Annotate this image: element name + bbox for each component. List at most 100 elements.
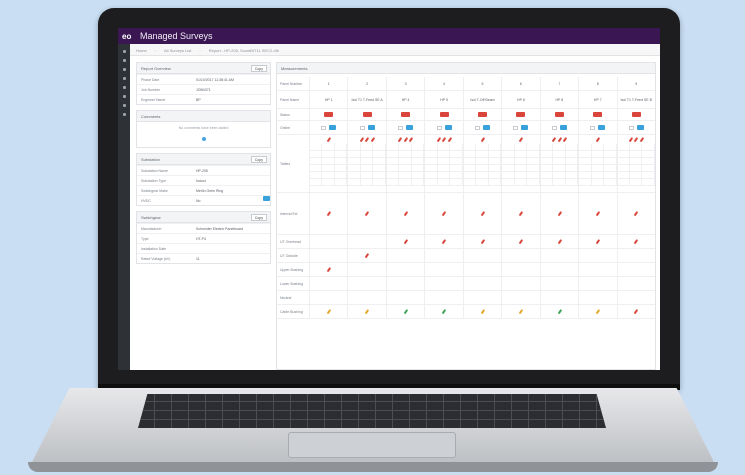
measure-cell[interactable] [501, 263, 539, 276]
table-subcell[interactable] [373, 143, 386, 151]
table-subcell[interactable] [411, 157, 425, 165]
table-subcell[interactable] [360, 150, 374, 158]
table-subcell[interactable] [411, 143, 425, 151]
edit-pencil-icon[interactable] [551, 136, 556, 142]
measure-cell[interactable] [309, 121, 347, 134]
edit-pencil-icon[interactable] [409, 136, 414, 142]
copy-button[interactable]: Copy [250, 214, 267, 221]
table-subcell[interactable] [629, 157, 643, 165]
status-badge[interactable] [516, 112, 526, 117]
online-toggle[interactable] [636, 125, 644, 130]
online-toggle[interactable] [367, 125, 375, 130]
table-subcell[interactable] [411, 171, 425, 179]
measure-cell[interactable] [616, 305, 655, 318]
edit-pencil-icon[interactable] [403, 136, 408, 142]
table-subcell[interactable] [348, 178, 361, 186]
status-badge[interactable] [362, 112, 372, 117]
table-subcell[interactable] [629, 143, 643, 151]
measure-cell[interactable] [539, 249, 578, 262]
table-subcell[interactable] [334, 178, 348, 186]
edit-pencil-icon[interactable] [365, 309, 370, 314]
table-subcell[interactable] [629, 164, 643, 172]
hvdc-toggle[interactable] [263, 196, 270, 201]
measure-cell[interactable] [424, 121, 462, 134]
online-off-icon[interactable] [436, 125, 442, 130]
edit-pencil-icon[interactable] [436, 136, 441, 142]
table-subcell[interactable] [334, 150, 348, 158]
table-subcell[interactable] [514, 143, 528, 151]
table-subcell[interactable] [450, 171, 463, 179]
table-subcell[interactable] [310, 178, 323, 186]
online-off-icon[interactable] [359, 125, 365, 130]
measure-cell[interactable] [462, 135, 502, 192]
table-subcell[interactable] [527, 164, 540, 172]
measure-cell[interactable] [578, 121, 616, 134]
edit-pencil-icon[interactable] [441, 211, 447, 216]
measure-cell[interactable] [501, 135, 540, 192]
table-subcell[interactable] [386, 164, 400, 172]
edit-pencil-icon[interactable] [480, 239, 485, 244]
table-subcell[interactable] [373, 178, 386, 186]
table-subcell[interactable] [322, 164, 335, 172]
measure-cell[interactable] [539, 235, 578, 248]
edit-pencil-icon[interactable] [518, 211, 523, 216]
edit-pencil-icon[interactable] [595, 309, 600, 314]
add-comment-icon[interactable] [201, 137, 206, 141]
measure-cell[interactable] [462, 305, 501, 318]
table-subcell[interactable] [540, 150, 554, 158]
measure-cell[interactable] [501, 193, 539, 234]
table-subcell[interactable] [527, 143, 540, 151]
measure-cell[interactable] [347, 249, 385, 262]
table-subcell[interactable] [488, 178, 502, 186]
table-subcell[interactable] [425, 150, 438, 158]
online-off-icon[interactable] [398, 125, 404, 130]
measure-cell[interactable] [385, 109, 424, 120]
measure-cell[interactable] [424, 249, 462, 262]
status-badge[interactable] [593, 112, 603, 117]
measure-cell[interactable] [501, 109, 539, 120]
table-subcell[interactable] [463, 143, 477, 151]
table-subcell[interactable] [591, 171, 605, 179]
table-subcell[interactable] [617, 178, 630, 186]
edit-pencil-icon[interactable] [326, 267, 331, 272]
measure-cell[interactable] [578, 135, 617, 192]
table-subcell[interactable] [591, 157, 605, 165]
measure-cell[interactable] [309, 193, 347, 234]
edit-pencil-icon[interactable] [634, 136, 639, 142]
table-subcell[interactable] [463, 157, 477, 165]
measure-cell[interactable] [616, 135, 655, 192]
measure-cell[interactable] [347, 135, 386, 192]
table-subcell[interactable] [488, 150, 502, 158]
nav-settings-icon[interactable] [122, 95, 126, 98]
table-subcell[interactable] [565, 150, 579, 158]
table-subcell[interactable] [322, 150, 335, 158]
table-subcell[interactable] [425, 157, 438, 165]
table-subcell[interactable] [604, 178, 617, 186]
nav-logout-icon[interactable] [122, 113, 126, 116]
table-subcell[interactable] [591, 143, 605, 151]
measure-cell[interactable] [616, 193, 655, 234]
table-subcell[interactable] [579, 178, 592, 186]
table-subcell[interactable] [348, 150, 361, 158]
online-off-icon[interactable] [628, 125, 634, 130]
table-subcell[interactable] [386, 178, 400, 186]
edit-pencil-icon[interactable] [518, 239, 523, 244]
measure-cell[interactable] [616, 235, 655, 248]
table-subcell[interactable] [565, 157, 579, 165]
measure-cell[interactable] [539, 305, 578, 318]
table-subcell[interactable] [629, 150, 643, 158]
table-subcell[interactable] [322, 171, 335, 179]
table-subcell[interactable] [565, 164, 579, 172]
measure-cell[interactable] [385, 305, 424, 318]
table-subcell[interactable] [348, 143, 361, 151]
table-subcell[interactable] [425, 171, 438, 179]
status-badge[interactable] [324, 112, 334, 117]
measure-cell[interactable] [424, 109, 462, 120]
online-toggle[interactable] [406, 125, 414, 130]
table-subcell[interactable] [591, 178, 605, 186]
edit-pencil-icon[interactable] [398, 136, 403, 142]
table-subcell[interactable] [553, 157, 566, 165]
measure-cell[interactable] [424, 135, 463, 192]
table-subcell[interactable] [463, 164, 477, 172]
measure-cell[interactable] [501, 249, 539, 262]
